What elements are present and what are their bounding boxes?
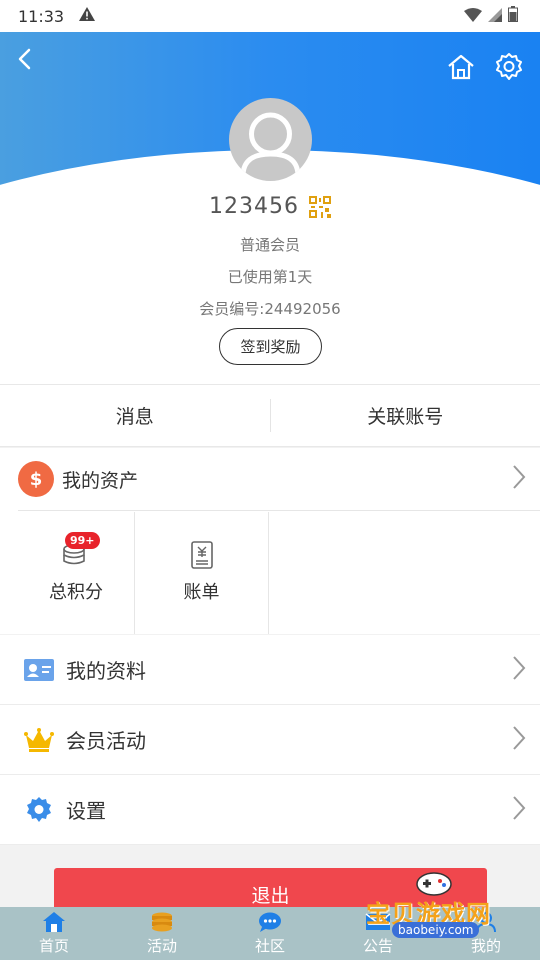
menu-item-my-profile[interactable]: 我的资料 [0, 635, 540, 705]
tab-linked-accounts[interactable]: 关联账号 [271, 385, 540, 446]
days-used: 已使用第1天 [227, 268, 313, 286]
dollar-icon: $ [18, 461, 54, 497]
chevron-right-icon [512, 795, 526, 825]
user-info: 123456 普通会员 已使用第1天 会员编号:24492056 签到奖励 [0, 190, 540, 384]
chevron-right-icon [512, 655, 526, 685]
coins-icon [149, 909, 175, 935]
settings-button[interactable] [492, 50, 526, 84]
home-icon [448, 54, 474, 80]
tab-messages[interactable]: 消息 [0, 385, 270, 446]
message-tabs: 消息 关联账号 [0, 384, 540, 447]
chevron-right-icon [512, 464, 526, 494]
menu-item-settings[interactable]: 设置 [0, 775, 540, 845]
points-badge: 99+ [65, 532, 100, 549]
home-icon [41, 909, 67, 935]
nav-label-activity: 活动 [146, 937, 177, 955]
nav-item-activity[interactable]: 活动 [108, 907, 216, 960]
user-avatar-icon [240, 112, 301, 177]
menu-item-member-activity[interactable]: 会员活动 [0, 705, 540, 775]
my-assets-header[interactable]: $ 我的资产 [18, 448, 540, 511]
avatar[interactable] [229, 98, 312, 181]
nav-item-community[interactable]: 社区 [216, 907, 324, 960]
bill-cell[interactable]: 账单 [135, 512, 269, 634]
member-level: 普通会员 [239, 236, 300, 254]
total-points-label: 总积分 [49, 582, 103, 603]
signal-icon [488, 7, 502, 26]
qr-code-icon[interactable] [308, 195, 331, 218]
username: 123456 [209, 194, 299, 219]
nav-item-home[interactable]: 首页 [0, 907, 108, 960]
bill-icon [190, 541, 213, 569]
watermark-url: baobeiy.com [392, 922, 480, 938]
menu-label-my-profile: 我的资料 [66, 659, 146, 683]
menu-label-settings: 设置 [66, 799, 106, 823]
home-button[interactable] [444, 50, 478, 84]
gear-icon [22, 795, 56, 825]
wifi-icon [464, 7, 482, 26]
checkin-reward-button[interactable]: 签到奖励 [219, 328, 322, 365]
svg-text:$: $ [30, 469, 43, 490]
back-arrow-icon [18, 48, 31, 70]
nav-label-home: 首页 [38, 937, 69, 955]
status-bar: 11:33 [0, 0, 540, 32]
asset-grid: 99+ 总积分 账单 [18, 512, 540, 634]
battery-icon [508, 6, 518, 26]
warning-icon [78, 6, 96, 26]
chat-icon [257, 909, 283, 935]
total-points-cell[interactable]: 99+ 总积分 [18, 512, 135, 634]
member-number: 会员编号:24492056 [199, 300, 341, 318]
watermark: 宝贝游戏网 baobeiy.com [362, 868, 512, 948]
nav-label-community: 社区 [254, 937, 285, 955]
bill-label: 账单 [183, 582, 220, 603]
menu-label-member-activity: 会员活动 [66, 729, 146, 753]
gear-icon [496, 53, 522, 80]
chevron-right-icon [512, 725, 526, 755]
status-time: 11:33 [18, 6, 65, 26]
my-assets-title: 我的资产 [62, 469, 139, 492]
my-assets-section: $ 我的资产 99+ 总积分 账单 [0, 448, 540, 634]
back-button[interactable] [10, 44, 40, 74]
crown-icon [22, 725, 56, 755]
menu-list: 我的资料 会员活动 设置 [0, 635, 540, 845]
id-card-icon [22, 655, 56, 685]
